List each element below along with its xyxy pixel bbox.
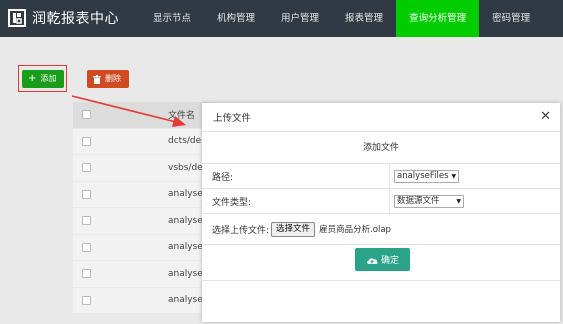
file-type-label: 文件类型: — [212, 197, 252, 208]
table-cell-filename: analyse — [168, 189, 203, 200]
caret-down-icon: ▼ — [456, 197, 461, 205]
upload-label: 选择上传文件: — [212, 225, 270, 236]
app-title: 润乾报表中心 — [32, 11, 119, 27]
path-select[interactable]: analyseFiles ▼ — [394, 169, 459, 183]
upload-file-dialog: 上传文件 ✕ 添加文件 路径: analyseFiles ▼ 文件类型: 数据源… — [202, 103, 560, 322]
table-cell-filename: analyse — [168, 295, 203, 306]
delete-button[interactable]: 删除 — [87, 70, 129, 88]
nav-item-users[interactable]: 用户管理 — [268, 0, 332, 37]
table-header-row: 文件名 — [73, 102, 213, 129]
row-checkbox[interactable] — [82, 269, 91, 279]
path-label: 路径: — [212, 172, 234, 183]
select-all-checkbox[interactable] — [82, 110, 91, 120]
delete-button-label: 删除 — [105, 74, 121, 83]
file-type-row: 文件类型: 数据源文件 ▼ — [202, 189, 560, 214]
table-row: analyse — [73, 261, 213, 288]
file-type-select[interactable]: 数据源文件 ▼ — [394, 194, 464, 208]
table-cell-filename: vsbs/de — [168, 162, 203, 173]
selected-file-name: 雇员商品分析.olap — [319, 225, 391, 235]
table-row: analyse — [73, 287, 213, 314]
trash-icon — [93, 74, 101, 84]
row-checkbox[interactable] — [82, 189, 91, 199]
confirm-button[interactable]: 确定 — [355, 248, 410, 271]
report-logo-icon — [8, 9, 26, 27]
close-icon[interactable]: ✕ — [540, 109, 551, 125]
plus-icon: + — [28, 73, 37, 84]
table-row: analyse — [73, 234, 213, 261]
nav-item-orgs[interactable]: 机构管理 — [204, 0, 268, 37]
table-cell-filename: dcts/de — [168, 136, 202, 147]
nav-item-reports[interactable]: 报表管理 — [332, 0, 396, 37]
section-title: 添加文件 — [202, 132, 560, 164]
row-checkbox[interactable] — [82, 216, 91, 226]
table-cell-filename: analyse — [168, 215, 203, 226]
nav-item-password[interactable]: 密码管理 — [479, 0, 543, 37]
column-header-filename: 文件名 — [168, 111, 196, 122]
table-row: dcts/de — [73, 128, 213, 155]
table-row: vsbs/de — [73, 155, 213, 182]
row-checkbox[interactable] — [82, 242, 91, 252]
caret-down-icon: ▼ — [451, 172, 457, 180]
confirm-row: 确定 — [202, 245, 560, 281]
confirm-button-label: 确定 — [380, 256, 399, 266]
dialog-header: 上传文件 ✕ — [202, 103, 560, 132]
table-row: analyse — [73, 181, 213, 208]
file-type-select-value: 数据源文件 — [397, 195, 440, 206]
file-table: 文件名 dcts/de vsbs/de analyse analyse anal… — [73, 102, 213, 314]
brand[interactable]: 润乾报表中心 — [8, 8, 119, 28]
main-nav: 显示节点 机构管理 用户管理 报表管理 查询分析管理 密码管理 — [140, 0, 543, 37]
cloud-upload-icon — [367, 257, 378, 264]
column-divider — [389, 164, 390, 188]
add-button[interactable]: + 添加 — [22, 70, 64, 88]
choose-file-button[interactable]: 选择文件 — [271, 221, 316, 237]
table-row: analyse — [73, 208, 213, 235]
row-checkbox[interactable] — [82, 136, 91, 146]
nav-item-query-analysis[interactable]: 查询分析管理 — [396, 0, 480, 37]
nav-item-nodes[interactable]: 显示节点 — [140, 0, 204, 37]
top-navbar: 润乾报表中心 显示节点 机构管理 用户管理 报表管理 查询分析管理 密码管理 — [0, 0, 563, 37]
add-button-label: 添加 — [40, 74, 57, 83]
upload-row: 选择上传文件: 选择文件 雇员商品分析.olap — [202, 214, 560, 245]
row-checkbox[interactable] — [82, 295, 91, 305]
dialog-title: 上传文件 — [213, 113, 252, 124]
row-checkbox[interactable] — [82, 163, 91, 173]
path-select-value: analyseFiles — [397, 170, 449, 181]
table-cell-filename: analyse — [168, 242, 203, 253]
path-row: 路径: analyseFiles ▼ — [202, 164, 560, 189]
column-divider — [389, 189, 390, 213]
table-cell-filename: analyse — [168, 268, 203, 279]
